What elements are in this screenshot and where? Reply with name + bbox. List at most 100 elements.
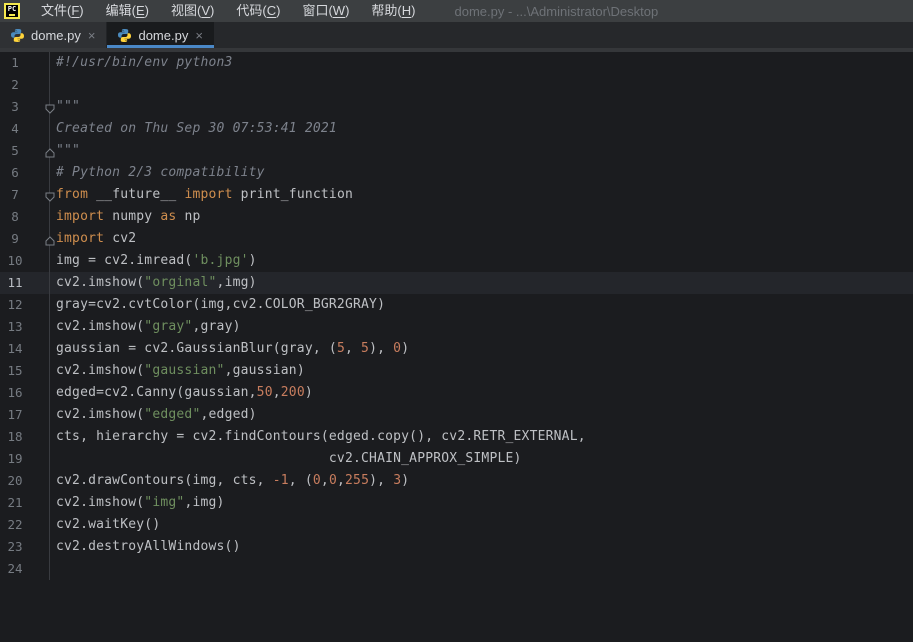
code-text: gray=cv2.cvtColor(img,cv2.COLOR_BGR2GRAY… [50,294,385,316]
gutter[interactable]: 16 [0,382,50,404]
gutter[interactable]: 22 [0,514,50,536]
gutter[interactable]: 2 [0,74,50,96]
gutter[interactable]: 10 [0,250,50,272]
menu-file[interactable]: 文件(F) [30,0,95,22]
code-line[interactable]: 18cts, hierarchy = cv2.findContours(edge… [0,426,913,448]
gutter[interactable]: 7 [0,184,50,206]
token-txt: ), [369,473,393,488]
code-editor[interactable]: 1#!/usr/bin/env python323"""4Created on … [0,52,913,642]
code-line[interactable]: 13cv2.imshow("gray",gray) [0,316,913,338]
code-line[interactable]: 16edged=cv2.Canny(gaussian,50,200) [0,382,913,404]
line-number[interactable]: 13 [0,316,30,338]
code-line[interactable]: 19 cv2.CHAIN_APPROX_SIMPLE) [0,448,913,470]
fold-end-icon[interactable] [43,144,57,158]
code-line[interactable]: 2 [0,74,913,96]
code-line[interactable]: 14gaussian = cv2.GaussianBlur(gray, (5, … [0,338,913,360]
line-number[interactable]: 10 [0,250,30,272]
code-line[interactable]: 17cv2.imshow("edged",edged) [0,404,913,426]
fold-start-icon[interactable] [43,100,57,114]
token-num: 5 [337,341,345,356]
token-txt: img = cv2.imread( [56,253,192,268]
gutter[interactable]: 13 [0,316,50,338]
gutter[interactable]: 19 [0,448,50,470]
gutter[interactable]: 15 [0,360,50,382]
code-line[interactable]: 1#!/usr/bin/env python3 [0,52,913,74]
line-number[interactable]: 9 [0,228,30,250]
code-line[interactable]: 3""" [0,96,913,118]
code-line[interactable]: 20cv2.drawContours(img, cts, -1, (0,0,25… [0,470,913,492]
line-number[interactable]: 17 [0,404,30,426]
code-line[interactable]: 10img = cv2.imread('b.jpg') [0,250,913,272]
token-str: "gray" [144,319,192,334]
token-txt: np [176,209,200,224]
code-line[interactable]: 7from __future__ import print_function [0,184,913,206]
gutter[interactable]: 5 [0,140,50,162]
line-number[interactable]: 6 [0,162,30,184]
gutter[interactable]: 9 [0,228,50,250]
token-txt: ), [369,341,393,356]
gutter[interactable]: 1 [0,52,50,74]
line-number[interactable]: 19 [0,448,30,470]
code-line[interactable]: 4Created on Thu Sep 30 07:53:41 2021 [0,118,913,140]
gutter[interactable]: 12 [0,294,50,316]
line-number[interactable]: 8 [0,206,30,228]
tab-close-icon[interactable]: × [87,29,97,42]
gutter[interactable]: 18 [0,426,50,448]
token-txt: cv2.imshow( [56,275,144,290]
token-num: 0 [329,473,337,488]
token-txt: , [321,473,329,488]
code-line[interactable]: 23cv2.destroyAllWindows() [0,536,913,558]
line-number[interactable]: 16 [0,382,30,404]
code-line[interactable]: 22cv2.waitKey() [0,514,913,536]
code-line[interactable]: 12 gray=cv2.cvtColor(img,cv2.COLOR_BGR2GR… [0,294,913,316]
code-line[interactable]: 24 [0,558,913,580]
gutter[interactable]: 4 [0,118,50,140]
code-text: # Python 2/3 compatibility [50,162,265,184]
tab-close-icon[interactable]: × [194,29,204,42]
line-number[interactable]: 4 [0,118,30,140]
line-number[interactable]: 3 [0,96,30,118]
line-number[interactable]: 7 [0,184,30,206]
fold-start-icon[interactable] [43,188,57,202]
line-number[interactable]: 15 [0,360,30,382]
tab-dome-py-2[interactable]: dome.py × [107,22,213,48]
code-line[interactable]: 11cv2.imshow("orginal",img) [0,272,913,294]
gutter[interactable]: 8 [0,206,50,228]
menu-edit[interactable]: 编辑(E) [95,0,160,22]
menu-help[interactable]: 帮助(H) [360,0,426,22]
gutter[interactable]: 3 [0,96,50,118]
code-line[interactable]: 15cv2.imshow("gaussian",gaussian) [0,360,913,382]
line-number[interactable]: 2 [0,74,30,96]
line-number[interactable]: 18 [0,426,30,448]
line-number[interactable]: 12 [0,294,30,316]
line-number[interactable]: 11 [0,272,30,294]
token-txt: ) [305,385,313,400]
fold-end-icon[interactable] [43,232,57,246]
gutter[interactable]: 17 [0,404,50,426]
code-line[interactable]: 6 # Python 2/3 compatibility [0,162,913,184]
menu-window[interactable]: 窗口(W) [291,0,360,22]
window-title: dome.py - ...\Administrator\Desktop [454,4,658,19]
line-number[interactable]: 23 [0,536,30,558]
line-number[interactable]: 5 [0,140,30,162]
code-line[interactable]: 9import cv2 [0,228,913,250]
line-number[interactable]: 24 [0,558,30,580]
code-line[interactable]: 21cv2.imshow("img",img) [0,492,913,514]
line-number[interactable]: 1 [0,52,30,74]
gutter[interactable]: 20 [0,470,50,492]
gutter[interactable]: 6 [0,162,50,184]
menu-code[interactable]: 代码(C) [225,0,291,22]
gutter[interactable]: 23 [0,536,50,558]
menu-view[interactable]: 视图(V) [160,0,225,22]
line-number[interactable]: 14 [0,338,30,360]
gutter[interactable]: 24 [0,558,50,580]
code-line[interactable]: 5""" [0,140,913,162]
tab-dome-py-1[interactable]: dome.py × [0,22,107,48]
line-number[interactable]: 22 [0,514,30,536]
gutter[interactable]: 21 [0,492,50,514]
gutter[interactable]: 11 [0,272,50,294]
code-line[interactable]: 8import numpy as np [0,206,913,228]
gutter[interactable]: 14 [0,338,50,360]
line-number[interactable]: 20 [0,470,30,492]
line-number[interactable]: 21 [0,492,30,514]
